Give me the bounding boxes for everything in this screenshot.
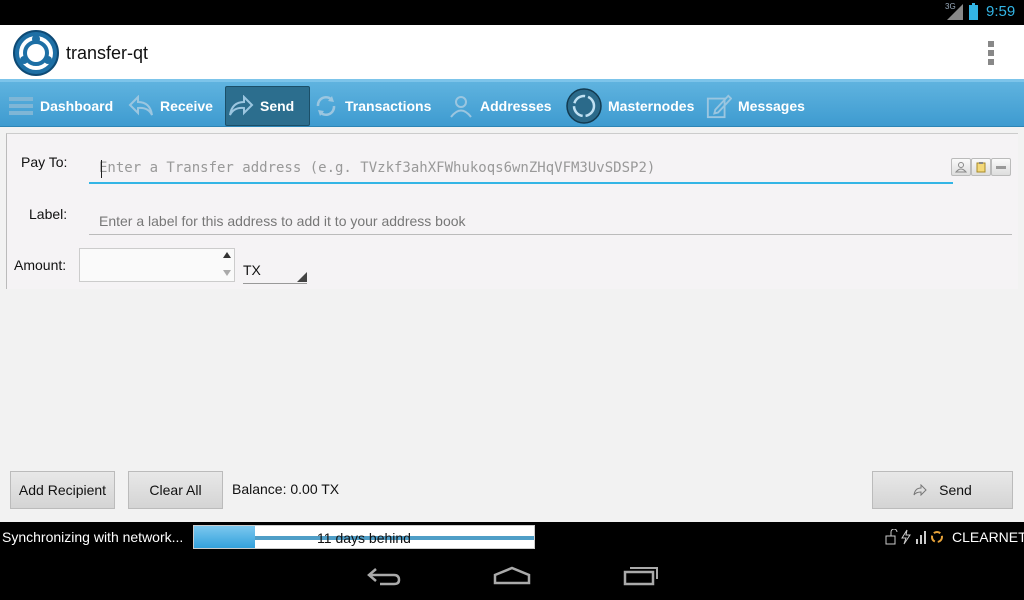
app-logo-icon	[13, 30, 59, 76]
dropdown-corner-icon	[297, 272, 307, 282]
unlock-icon	[885, 528, 898, 545]
pay-to-label: Pay To:	[21, 154, 68, 170]
app-title: transfer-qt	[66, 43, 149, 63]
status-icons	[885, 528, 945, 548]
main-toolbar: Dashboard Receive Send Transactions Addr…	[0, 79, 1024, 127]
home-button[interactable]	[492, 562, 532, 590]
progress-label: 11 days behind	[317, 530, 411, 546]
send-button[interactable]: Send	[872, 471, 1013, 509]
tab-masternodes[interactable]: Masternodes	[566, 86, 694, 126]
tab-transactions[interactable]: Transactions	[313, 86, 431, 126]
label-field-label: Label:	[29, 206, 68, 222]
staking-icon	[901, 529, 911, 545]
tab-send[interactable]: Send	[225, 86, 310, 126]
paste-icon	[976, 162, 986, 173]
unit-select[interactable]: TX	[243, 256, 307, 284]
battery-icon	[969, 3, 978, 20]
pay-to-input[interactable]	[89, 154, 953, 184]
tab-label: Send	[260, 98, 295, 114]
sync-progress-bar: 11 days behind	[193, 525, 535, 549]
amount-label: Amount:	[14, 257, 67, 273]
transactions-icon	[313, 93, 339, 119]
address-book-icon	[955, 162, 967, 173]
tab-addresses[interactable]: Addresses	[448, 86, 552, 126]
signal-icon	[947, 4, 963, 20]
address-book-button[interactable]	[951, 158, 971, 176]
add-recipient-button[interactable]: Add Recipient	[10, 471, 115, 509]
stepper-down-icon[interactable]	[223, 270, 231, 276]
sync-status-text: Synchronizing with network...	[2, 529, 184, 545]
system-status-bar: 3G 9:59	[0, 0, 1024, 25]
overflow-menu-icon[interactable]	[988, 41, 996, 67]
dashboard-icon	[8, 93, 34, 119]
masternode-icon	[566, 88, 602, 124]
delete-entry-button[interactable]	[991, 158, 1011, 176]
send-arrow-icon	[228, 93, 254, 119]
title-bar: transfer-qt	[0, 25, 1024, 79]
paste-button[interactable]	[971, 158, 991, 176]
recents-button[interactable]	[620, 562, 660, 590]
home-icon	[493, 566, 531, 585]
send-button-label: Send	[939, 482, 972, 498]
stepper-up-icon[interactable]	[223, 252, 231, 258]
balance-label: Balance: 0.00 TX	[232, 481, 340, 497]
back-icon	[367, 568, 401, 586]
pencil-icon	[706, 93, 732, 119]
amount-input[interactable]	[79, 248, 235, 282]
label-input[interactable]	[89, 207, 1012, 235]
send-page: Pay To: Label: Amount: TX	[0, 127, 1024, 522]
sync-status-bar: Synchronizing with network... 11 days be…	[0, 522, 1024, 552]
recipient-entry: Pay To: Label: Amount: TX	[6, 133, 1018, 289]
syncing-icon	[931, 531, 943, 543]
back-button[interactable]	[364, 562, 404, 590]
send-arrow-icon	[913, 484, 927, 496]
recent-apps-icon	[623, 567, 658, 586]
unit-value: TX	[243, 262, 261, 278]
tab-messages[interactable]: Messages	[706, 86, 805, 126]
person-icon	[448, 93, 474, 119]
screen: 3G 9:59 transfer-qt Dashboard Receive Se…	[0, 0, 1024, 600]
tab-label: Transactions	[345, 98, 432, 114]
text-cursor	[101, 160, 102, 178]
tab-label: Receive	[160, 98, 213, 114]
tab-label: Addresses	[480, 98, 552, 114]
receive-arrow-icon	[128, 93, 154, 119]
clock: 9:59	[986, 3, 1016, 20]
tab-receive[interactable]: Receive	[128, 86, 213, 126]
remove-icon	[996, 166, 1006, 169]
tab-label: Messages	[738, 98, 805, 114]
tab-label: Masternodes	[608, 98, 695, 114]
system-nav-bar	[0, 552, 1024, 600]
amount-stepper[interactable]	[222, 248, 234, 282]
tab-label: Dashboard	[40, 98, 114, 114]
network-mode-label: CLEARNET	[952, 529, 1024, 545]
connections-icon	[916, 531, 926, 544]
tab-dashboard[interactable]: Dashboard	[8, 86, 113, 126]
clear-all-button[interactable]: Clear All	[128, 471, 223, 509]
